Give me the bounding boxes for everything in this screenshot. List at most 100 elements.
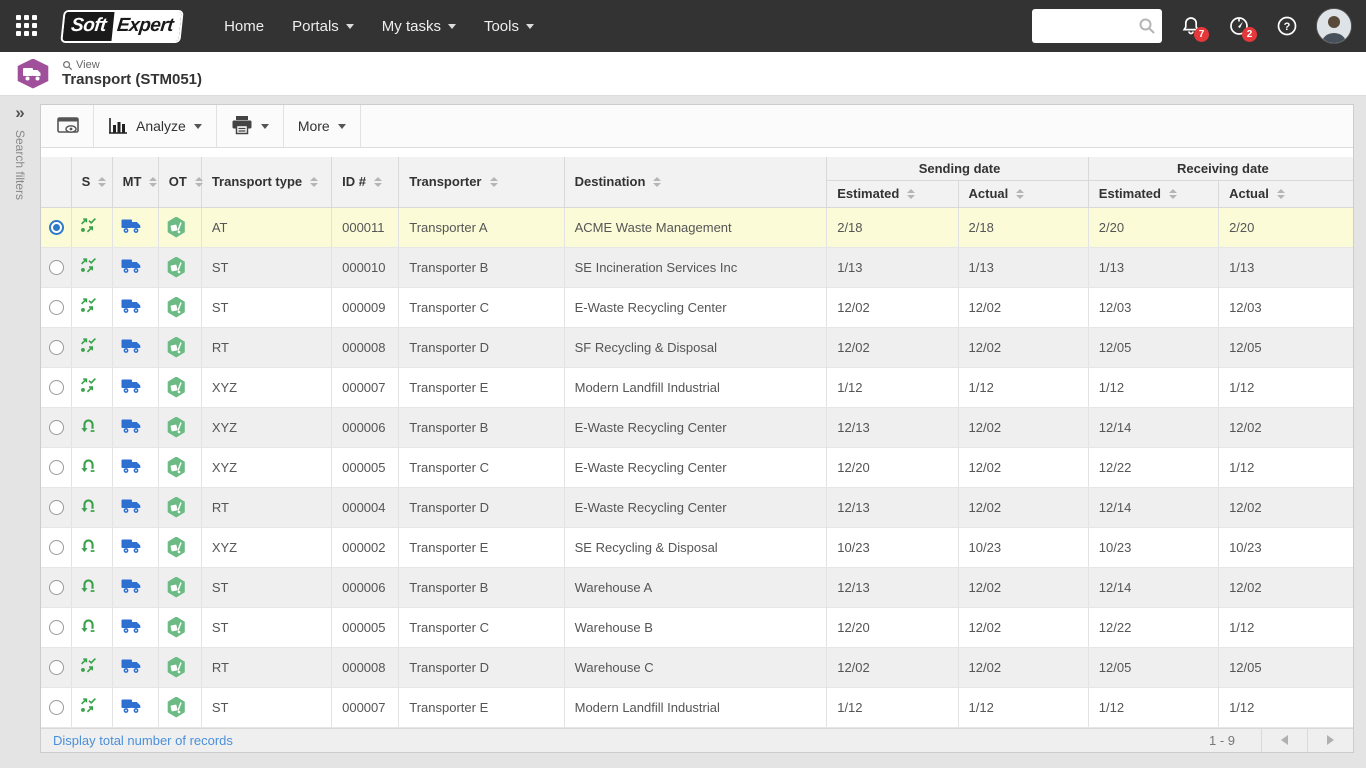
status-return-icon xyxy=(80,499,95,513)
receiving-estimated-cell: 12/14 xyxy=(1088,407,1220,448)
receiving-estimated-cell: 12/14 xyxy=(1088,567,1220,608)
sort-icon[interactable] xyxy=(149,176,158,187)
transport-object-icon xyxy=(167,656,185,678)
receiving-actual-cell: 1/12 xyxy=(1218,607,1353,648)
more-button[interactable]: More xyxy=(284,105,360,147)
transporter-cell: Transporter C xyxy=(398,607,565,648)
nav-home[interactable]: Home xyxy=(210,8,278,45)
sort-icon[interactable] xyxy=(907,188,916,199)
nav-portals[interactable]: Portals xyxy=(278,8,368,45)
sort-icon[interactable] xyxy=(653,176,662,187)
table-row: AT 000011 Transporter A ACME Waste Manag… xyxy=(41,207,1353,248)
sort-icon[interactable] xyxy=(1016,188,1025,199)
column-header-id[interactable]: ID # xyxy=(331,157,400,208)
row-select-radio[interactable] xyxy=(49,620,64,636)
softexpert-logo[interactable]: Soft Expert xyxy=(60,9,184,43)
column-header-sending-actual[interactable]: Actual xyxy=(957,180,1089,208)
sending-actual-cell: 1/12 xyxy=(958,367,1089,408)
sending-estimated-cell: 10/23 xyxy=(826,527,959,568)
sending-actual-cell: 1/13 xyxy=(958,247,1089,288)
search-input[interactable] xyxy=(1038,18,1138,34)
help-button[interactable]: ? xyxy=(1268,7,1306,45)
sort-icon[interactable] xyxy=(1276,188,1285,199)
transport-type-cell: RT xyxy=(201,647,333,688)
row-select-radio[interactable] xyxy=(49,340,64,356)
analyze-button[interactable]: Analyze xyxy=(94,105,216,147)
receiving-actual-cell: 12/05 xyxy=(1218,327,1353,368)
column-header-ot[interactable]: OT xyxy=(157,157,203,208)
id-cell: 000002 xyxy=(331,527,400,568)
column-header-receiving-actual[interactable]: Actual xyxy=(1218,180,1353,208)
sort-icon[interactable] xyxy=(373,176,382,187)
column-header-transport-type[interactable]: Transport type xyxy=(200,157,333,208)
nav-my-tasks[interactable]: My tasks xyxy=(368,8,470,45)
pending-tasks-button[interactable]: 2 xyxy=(1220,7,1258,45)
row-select-radio[interactable] xyxy=(49,460,64,476)
sending-actual-cell: 12/02 xyxy=(958,567,1089,608)
display-total-records-link[interactable]: Display total number of records xyxy=(53,733,233,748)
sort-icon[interactable] xyxy=(194,176,203,187)
transporter-cell: Transporter D xyxy=(398,647,565,688)
transporter-cell: Transporter C xyxy=(398,447,565,488)
row-select-radio[interactable] xyxy=(49,580,64,596)
column-header-receiving-estimated[interactable]: Estimated xyxy=(1087,180,1220,208)
transport-type-cell: ST xyxy=(201,287,333,328)
id-cell: 000007 xyxy=(331,687,400,728)
receiving-estimated-cell: 12/05 xyxy=(1088,327,1220,368)
printer-icon xyxy=(232,116,252,135)
row-select-radio[interactable] xyxy=(49,660,64,676)
column-header-mt[interactable]: MT xyxy=(111,157,159,208)
global-search-box[interactable] xyxy=(1032,9,1162,43)
toolbar-divider xyxy=(359,105,361,147)
transport-type-cell: XYZ xyxy=(201,527,333,568)
column-header-s[interactable]: S xyxy=(70,157,113,208)
row-select-radio[interactable] xyxy=(49,420,64,436)
receiving-actual-cell: 12/03 xyxy=(1218,287,1353,328)
transporter-cell: Transporter D xyxy=(398,487,565,528)
row-select-radio[interactable] xyxy=(49,220,64,236)
row-select-radio[interactable] xyxy=(49,300,64,316)
notifications-button[interactable]: 7 xyxy=(1172,7,1210,45)
transport-type-cell: XYZ xyxy=(201,447,333,488)
row-select-radio[interactable] xyxy=(49,380,64,396)
row-select-radio[interactable] xyxy=(49,500,64,516)
transporter-cell: Transporter B xyxy=(398,407,565,448)
material-transport-truck-icon xyxy=(121,419,140,433)
search-filters-rail: » Search filters xyxy=(0,96,40,767)
sort-icon[interactable] xyxy=(98,176,107,187)
transport-module-icon xyxy=(17,58,49,89)
id-cell: 000007 xyxy=(331,367,400,408)
next-page-button[interactable] xyxy=(1307,728,1353,752)
expand-filters-icon[interactable]: » xyxy=(15,104,24,122)
previous-page-button[interactable] xyxy=(1261,728,1307,752)
print-button[interactable] xyxy=(217,105,283,147)
sort-icon[interactable] xyxy=(310,176,319,187)
sending-actual-cell: 10/23 xyxy=(958,527,1089,568)
row-select-radio[interactable] xyxy=(49,700,64,716)
column-header-transporter[interactable]: Transporter xyxy=(398,157,565,208)
id-cell: 000005 xyxy=(331,447,400,488)
group-header-sending-date: Sending date xyxy=(826,157,1089,181)
sort-icon[interactable] xyxy=(489,176,498,187)
material-transport-truck-icon xyxy=(121,579,140,593)
status-transfer-icon xyxy=(80,218,96,233)
receiving-actual-cell: 2/20 xyxy=(1218,207,1353,248)
row-select-radio[interactable] xyxy=(49,260,64,276)
transporter-cell: Transporter A xyxy=(398,207,565,248)
user-avatar[interactable] xyxy=(1316,8,1352,44)
nav-tools[interactable]: Tools xyxy=(470,8,548,45)
table-row: XYZ 000007 Transporter E Modern Landfill… xyxy=(41,367,1353,408)
top-navigation-bar: Soft Expert Home Portals My tasks Tools … xyxy=(0,0,1366,52)
material-transport-truck-icon xyxy=(121,339,140,353)
row-select-radio[interactable] xyxy=(49,540,64,556)
app-launcher-icon[interactable] xyxy=(14,13,40,39)
material-transport-truck-icon xyxy=(121,299,140,313)
page-title: Transport (STM051) xyxy=(62,71,203,88)
sort-icon[interactable] xyxy=(1168,188,1177,199)
status-return-icon xyxy=(80,579,95,593)
id-cell: 000005 xyxy=(331,607,400,648)
column-header-destination[interactable]: Destination xyxy=(563,157,828,208)
destination-cell: E-Waste Recycling Center xyxy=(564,487,828,528)
column-header-sending-estimated[interactable]: Estimated xyxy=(826,180,959,208)
view-data-button[interactable] xyxy=(43,105,93,147)
